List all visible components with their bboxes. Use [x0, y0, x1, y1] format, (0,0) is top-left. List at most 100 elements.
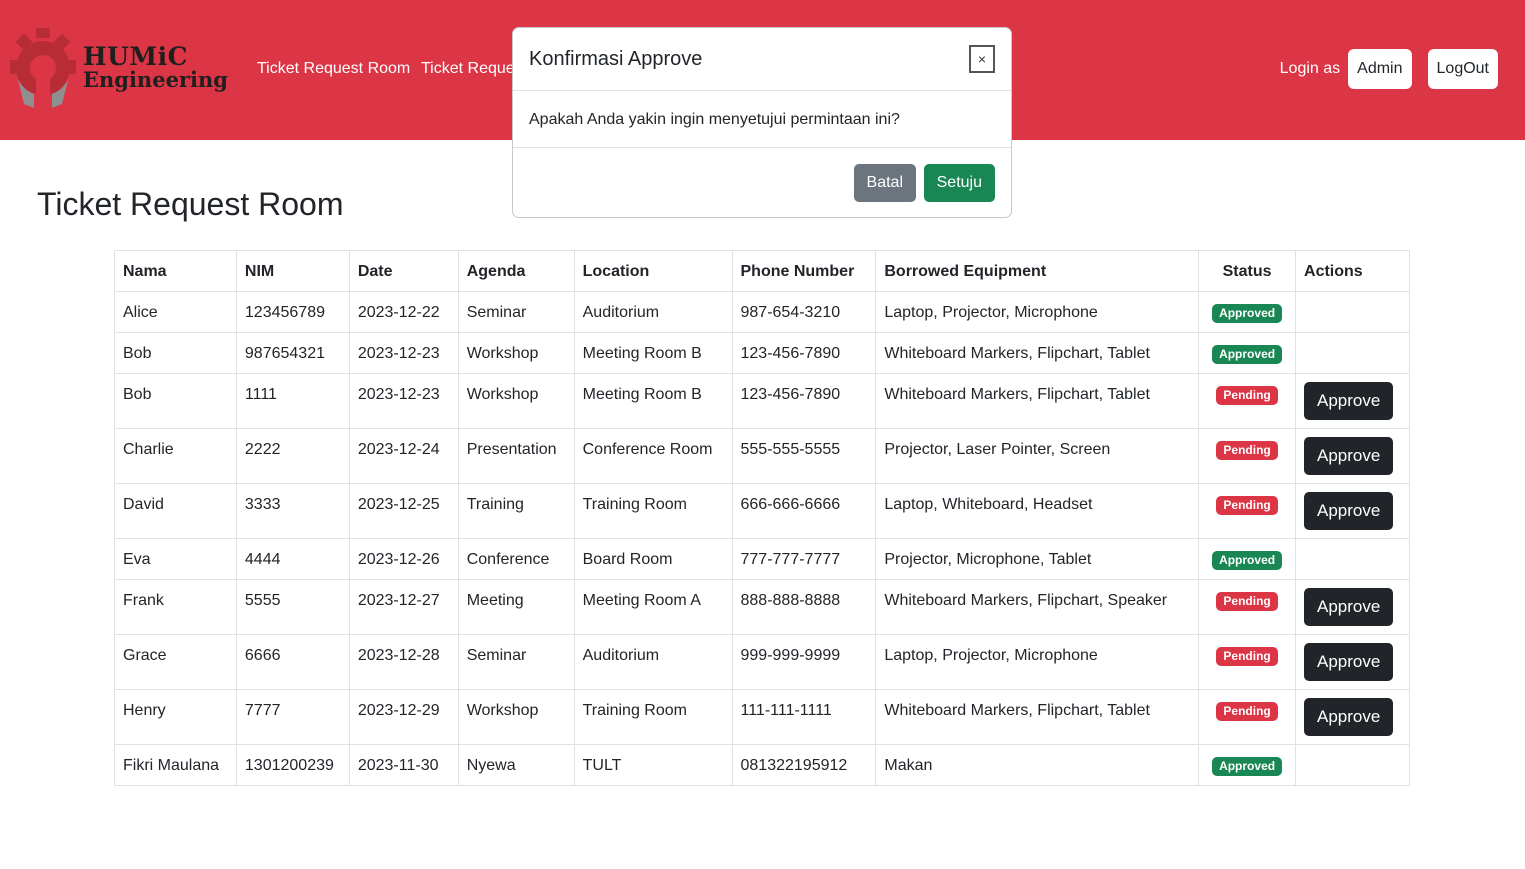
cell-equipment: Projector, Microphone, Tablet	[875, 538, 1200, 580]
nav-link-ticket-request-room[interactable]: Ticket Request Room	[257, 60, 410, 78]
cell-nama: Fikri Maulana	[114, 744, 237, 786]
modal-header: Konfirmasi Approve ×	[513, 28, 1011, 91]
cell-agenda: Presentation	[457, 428, 575, 484]
table-row: Henry 7777 2023-12-29 Workshop Training Room…	[114, 689, 1410, 745]
table-row: Bob 987654321 2023-12-23 Workshop Meeting Ro…	[114, 332, 1410, 374]
cell-phone: 999-999-9999	[731, 634, 877, 690]
logo-line2: Engineering	[83, 67, 228, 92]
status-badge: Pending	[1216, 592, 1278, 611]
header-nama: Nama	[114, 250, 237, 292]
cell-date: 2023-12-26	[348, 538, 459, 580]
approve-button[interactable]: Approve	[1304, 698, 1394, 736]
cell-actions: Approve	[1295, 689, 1410, 745]
cell-agenda: Meeting	[457, 579, 575, 635]
cell-status: Approved	[1198, 744, 1297, 786]
cell-actions: Approve	[1295, 483, 1410, 539]
approve-button[interactable]: Approve	[1304, 643, 1394, 681]
approve-button[interactable]: Approve	[1304, 492, 1394, 530]
table-row: Eva 4444 2023-12-26 Conference Board Room 777…	[114, 538, 1410, 580]
cell-equipment: Whiteboard Markers, Flipchart, Tablet	[875, 373, 1200, 429]
cell-date: 2023-12-23	[348, 373, 459, 429]
cell-agenda: Workshop	[457, 373, 575, 429]
cell-nim: 5555	[235, 579, 350, 635]
cell-agenda: Nyewa	[457, 744, 575, 786]
table-row: Fikri Maulana 1301200239 2023-11-30 Nyewa TU…	[114, 744, 1410, 786]
logo[interactable]: HUMiC Engineering	[10, 28, 228, 110]
cell-nama: Frank	[114, 579, 237, 635]
cell-date: 2023-12-25	[348, 483, 459, 539]
cell-actions: Approve	[1295, 634, 1410, 690]
cell-phone: 081322195912	[731, 744, 877, 786]
logo-text: HUMiC Engineering	[83, 44, 228, 90]
cell-nim: 1111	[235, 373, 350, 429]
cell-nim: 123456789	[235, 291, 350, 333]
cell-phone: 987-654-3210	[731, 291, 877, 333]
cell-nama: Bob	[114, 332, 237, 374]
status-badge: Pending	[1216, 496, 1278, 515]
approve-button[interactable]: Approve	[1304, 437, 1394, 475]
cell-location: Conference Room	[573, 428, 733, 484]
status-badge: Pending	[1216, 386, 1278, 405]
cell-equipment: Makan	[875, 744, 1200, 786]
cell-nim: 2222	[235, 428, 350, 484]
approve-button[interactable]: Approve	[1304, 382, 1394, 420]
cell-equipment: Whiteboard Markers, Flipchart, Speaker	[875, 579, 1200, 635]
confirm-button[interactable]: Setuju	[923, 164, 995, 202]
cell-phone: 888-888-8888	[731, 579, 877, 635]
cell-nama: David	[114, 483, 237, 539]
cell-phone: 777-777-7777	[731, 538, 877, 580]
admin-button[interactable]: Admin	[1348, 49, 1412, 89]
cell-phone: 111-111-1111	[731, 689, 877, 745]
nav-user-area: Login as Admin LogOut	[1280, 49, 1498, 89]
status-badge: Pending	[1216, 647, 1278, 666]
cell-actions	[1295, 332, 1410, 374]
header-date: Date	[348, 250, 459, 292]
logout-button[interactable]: LogOut	[1427, 49, 1498, 89]
close-icon[interactable]: ×	[969, 45, 995, 73]
table-body: Alice 123456789 2023-12-22 Seminar Auditoriu…	[114, 291, 1410, 786]
status-badge: Approved	[1212, 304, 1283, 323]
cell-agenda: Workshop	[457, 332, 575, 374]
ticket-table: Nama NIM Date Agenda Location Phone Numb…	[114, 250, 1410, 786]
cell-status: Approved	[1198, 538, 1297, 580]
cell-date: 2023-11-30	[348, 744, 459, 786]
cell-nim: 1301200239	[235, 744, 350, 786]
cell-nim: 987654321	[235, 332, 350, 374]
cell-nama: Alice	[114, 291, 237, 333]
cell-actions: Approve	[1295, 579, 1410, 635]
status-badge: Approved	[1212, 551, 1283, 570]
table-row: Alice 123456789 2023-12-22 Seminar Auditoriu…	[114, 291, 1410, 333]
cell-nama: Charlie	[114, 428, 237, 484]
confirm-approve-modal: Konfirmasi Approve × Apakah Anda yakin i…	[512, 27, 1012, 218]
cell-actions	[1295, 744, 1410, 786]
cell-status: Pending	[1198, 428, 1297, 484]
cell-status: Pending	[1198, 373, 1297, 429]
cell-nama: Bob	[114, 373, 237, 429]
cell-equipment: Whiteboard Markers, Flipchart, Tablet	[875, 332, 1200, 374]
approve-button[interactable]: Approve	[1304, 588, 1394, 626]
cell-date: 2023-12-22	[348, 291, 459, 333]
cell-location: Meeting Room B	[573, 373, 733, 429]
cell-nim: 3333	[235, 483, 350, 539]
cell-date: 2023-12-24	[348, 428, 459, 484]
cell-location: Meeting Room A	[573, 579, 733, 635]
cancel-button[interactable]: Batal	[853, 164, 916, 202]
header-actions: Actions	[1295, 250, 1410, 292]
cell-equipment: Laptop, Projector, Microphone	[875, 291, 1200, 333]
cell-actions	[1295, 538, 1410, 580]
cell-status: Approved	[1198, 291, 1297, 333]
nav-link-ticket-request[interactable]: Ticket Reques	[421, 60, 523, 78]
header-agenda: Agenda	[457, 250, 575, 292]
table-header-row: Nama NIM Date Agenda Location Phone Numb…	[114, 250, 1410, 292]
cell-status: Pending	[1198, 483, 1297, 539]
status-badge: Pending	[1216, 441, 1278, 460]
table-row: David 3333 2023-12-25 Training Training Room…	[114, 483, 1410, 539]
cell-status: Pending	[1198, 634, 1297, 690]
cell-equipment: Laptop, Whiteboard, Headset	[875, 483, 1200, 539]
modal-title: Konfirmasi Approve	[529, 48, 703, 70]
login-as-label: Login as	[1279, 60, 1341, 77]
cell-status: Pending	[1198, 689, 1297, 745]
cell-actions	[1295, 291, 1410, 333]
cell-phone: 123-456-7890	[731, 332, 877, 374]
cell-location: Auditorium	[573, 291, 733, 333]
